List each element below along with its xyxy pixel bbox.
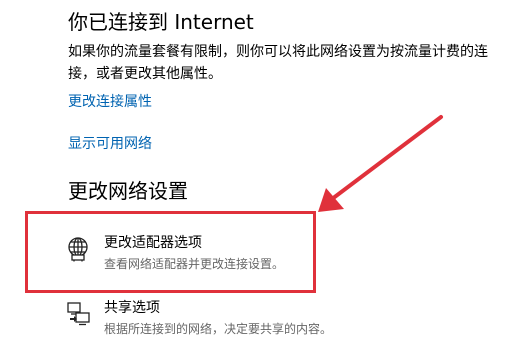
status-description: 如果你的流量套餐有限制，则你可以将此网络设置为按流量计费的连接，或者更改其他属性… (68, 44, 488, 82)
sharing-options-item[interactable]: 共享选项 根据所连接到的网络，决定要共享的内容。 (64, 298, 484, 342)
sharing-options-icon (67, 302, 90, 326)
change-adapter-options-item[interactable]: 更改适配器选项 查看网络适配器并更改连接设置。 (64, 233, 484, 277)
status-title: 你已连接到 Internet (68, 10, 254, 34)
change-connection-properties-link[interactable]: 更改连接属性 (68, 93, 152, 111)
change-adapter-options-description: 查看网络适配器并更改连接设置。 (104, 257, 285, 271)
sharing-options-title: 共享选项 (104, 300, 160, 316)
show-available-networks-link[interactable]: 显示可用网络 (68, 135, 152, 153)
change-adapter-options-title: 更改适配器选项 (104, 235, 202, 251)
change-network-settings-heading: 更改网络设置 (68, 179, 188, 203)
network-adapter-icon (68, 237, 88, 262)
sharing-options-description: 根据所连接到的网络，决定要共享的内容。 (104, 322, 333, 336)
